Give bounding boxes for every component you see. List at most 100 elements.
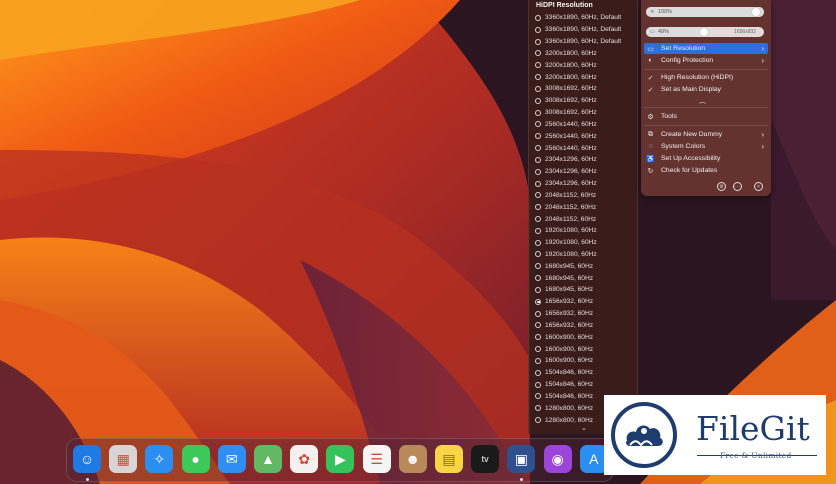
- resolution-option-label: 1656x932, 60Hz: [545, 321, 594, 329]
- resolution-option[interactable]: 1680x945, 60Hz: [535, 284, 637, 296]
- filegit-logo-icon: [611, 402, 677, 468]
- dock-safari-icon[interactable]: ✧: [145, 445, 174, 473]
- expand-chevron-icon[interactable]: ︵: [699, 96, 706, 106]
- dock-notes-icon[interactable]: ▤: [435, 445, 463, 473]
- resolution-option-label: 3200x1800, 60Hz: [545, 49, 597, 57]
- dock-tv-icon[interactable]: tv: [471, 445, 500, 473]
- resolution-option[interactable]: 3008x1692, 60Hz: [535, 95, 637, 107]
- resolution-option-label: 3360x1890, 60Hz, Default: [545, 14, 622, 22]
- radio-empty-icon: [535, 121, 541, 128]
- resolution-option[interactable]: 1600x900, 60Hz: [535, 355, 637, 367]
- dock-contacts-icon[interactable]: ☻: [398, 445, 427, 473]
- resolution-option-label: 2560x1440, 60Hz: [545, 132, 597, 140]
- accessibility-icon: ♿: [646, 155, 655, 163]
- menu-item-label: Set Up Accessibility: [661, 155, 721, 162]
- resolution-option[interactable]: 1680x945, 60Hz: [535, 272, 637, 284]
- resolution-option-label: 2048x1152, 60Hz: [545, 215, 597, 223]
- resolution-option-label: 1656x932, 60Hz: [545, 298, 594, 306]
- resolution-option-label: 1504x846, 60Hz: [545, 392, 594, 400]
- menu-item-label: Set Resolution: [661, 45, 706, 52]
- radio-empty-icon: [535, 239, 541, 246]
- resolution-option[interactable]: 3008x1692, 60Hz: [535, 83, 637, 95]
- dock-reminders-icon[interactable]: ☰: [362, 445, 391, 473]
- resolution-option[interactable]: 3008x1692, 60Hz: [535, 107, 637, 119]
- radio-empty-icon: [535, 50, 541, 57]
- resolution-option[interactable]: 1656x932, 60Hz: [535, 296, 637, 308]
- radio-selected-icon: [535, 298, 541, 305]
- dock-photos-icon[interactable]: ✿: [290, 445, 319, 473]
- menu-item-set-resolution[interactable]: ▭ Set Resolution ›: [644, 43, 768, 54]
- resolution-option[interactable]: 3200x1800, 60Hz: [535, 59, 637, 71]
- resolution-option[interactable]: 2560x1440, 60Hz: [535, 142, 637, 154]
- resolution-slider[interactable]: ▭ 49% 1656x932: [646, 27, 764, 37]
- quit-icon[interactable]: ×: [754, 182, 763, 191]
- dock-mail-icon[interactable]: ✉: [217, 445, 246, 473]
- resolution-option[interactable]: 1504x846, 60Hz: [535, 367, 637, 379]
- menu-item-system-colors[interactable]: ◌ System Colors ›: [644, 141, 768, 152]
- dock-maps-icon[interactable]: ▲: [254, 445, 282, 473]
- radio-empty-icon: [535, 381, 541, 388]
- dock-maps-glyph: ▲: [261, 451, 275, 467]
- dock-finder-icon[interactable]: ☺: [73, 445, 101, 473]
- menu-item-label: Tools: [661, 113, 677, 120]
- resolution-option[interactable]: 3200x1800, 60Hz: [535, 47, 637, 59]
- resolution-option[interactable]: 2304x1296, 60Hz: [535, 154, 637, 166]
- resolution-option[interactable]: 2048x1152, 60Hz: [535, 189, 637, 201]
- menu-item-check-for-updates[interactable]: ↻ Check for Updates: [644, 165, 768, 176]
- menu-item-set-up-accessibility[interactable]: ♿ Set Up Accessibility: [644, 153, 768, 164]
- dock-podcasts-icon[interactable]: ◉: [543, 445, 572, 473]
- resolution-option[interactable]: 1600x900, 60Hz: [535, 343, 637, 355]
- resolution-option[interactable]: 1920x1080, 60Hz: [535, 237, 637, 249]
- resolution-option[interactable]: 1920x1080, 60Hz: [535, 225, 637, 237]
- menu-item-set-main-display[interactable]: ✓ Set as Main Display: [644, 84, 768, 95]
- more-icon[interactable]: ···: [733, 182, 742, 191]
- resolution-option[interactable]: 1656x932, 60Hz: [535, 320, 637, 332]
- resolution-option[interactable]: 3360x1890, 60Hz, Default: [535, 36, 637, 48]
- radio-empty-icon: [535, 145, 541, 152]
- resolution-option[interactable]: 3200x1800, 60Hz: [535, 71, 637, 83]
- dock-messages-glyph: ●: [191, 451, 200, 467]
- resolution-option[interactable]: 1600x900, 60Hz: [535, 331, 637, 343]
- resolution-option[interactable]: 1680x945, 60Hz: [535, 260, 637, 272]
- filegit-watermark: FileGit Free & Unlimited: [604, 395, 826, 475]
- settings-icon[interactable]: ⚙: [717, 182, 726, 191]
- scroll-down-chevron-icon[interactable]: ⌄: [581, 424, 587, 432]
- dock-launchpad-icon[interactable]: ▦: [109, 445, 138, 473]
- menu-item-tools[interactable]: ⚙ Tools: [644, 111, 768, 122]
- menu-item-config-protection[interactable]: ◐ Config Protection ›: [644, 55, 768, 66]
- resolution-option[interactable]: 1656x932, 60Hz: [535, 308, 637, 320]
- dock-facetime-icon[interactable]: ▶: [326, 445, 355, 473]
- chevron-right-icon: ›: [761, 130, 764, 139]
- dock-finder-glyph: ☺: [79, 451, 95, 467]
- radio-empty-icon: [535, 85, 541, 92]
- resolution-option-label: 3200x1800, 60Hz: [545, 61, 597, 69]
- menu-item-create-new-dummy[interactable]: ⧉ Create New Dummy ›: [644, 129, 768, 140]
- resolution-option[interactable]: 1920x1080, 60Hz: [535, 249, 637, 261]
- dock-tv-glyph: tv: [481, 454, 489, 464]
- resolution-option[interactable]: 2048x1152, 60Hz: [535, 213, 637, 225]
- resolution-slider-knob[interactable]: [699, 28, 708, 36]
- resolution-option-label: 1920x1080, 60Hz: [545, 250, 597, 258]
- menu-item-label: Config Protection: [661, 57, 714, 64]
- resolution-option[interactable]: 2560x1440, 60Hz: [535, 118, 637, 130]
- dock-betterdisplay-icon[interactable]: ▣: [507, 445, 536, 473]
- resolution-option-label: 3200x1800, 60Hz: [545, 73, 597, 81]
- resolution-option[interactable]: 2560x1440, 60Hz: [535, 130, 637, 142]
- resolution-option[interactable]: 3360x1890, 60Hz, Default: [535, 24, 637, 36]
- dock-messages-icon[interactable]: ●: [181, 445, 210, 473]
- resolution-option[interactable]: 2048x1152, 60Hz: [535, 201, 637, 213]
- resolution-option[interactable]: 3360x1890, 60Hz, Default: [535, 12, 637, 24]
- radio-empty-icon: [535, 192, 541, 199]
- brightness-slider-knob[interactable]: [752, 8, 760, 16]
- resolution-option[interactable]: 2304x1296, 60Hz: [535, 178, 637, 190]
- menu-item-high-resolution[interactable]: ✓ High Resolution (HiDPI): [644, 72, 768, 83]
- radio-empty-icon: [535, 97, 541, 104]
- brightness-slider[interactable]: ☀ 100%: [646, 7, 764, 17]
- resolution-option[interactable]: 2304x1296, 60Hz: [535, 166, 637, 178]
- radio-empty-icon: [535, 369, 541, 376]
- radio-empty-icon: [535, 346, 541, 353]
- radio-empty-icon: [535, 334, 541, 341]
- radio-empty-icon: [535, 38, 541, 45]
- resolution-option[interactable]: 1504x846, 60Hz: [535, 379, 637, 391]
- resolution-option-label: 2304x1296, 60Hz: [545, 180, 597, 187]
